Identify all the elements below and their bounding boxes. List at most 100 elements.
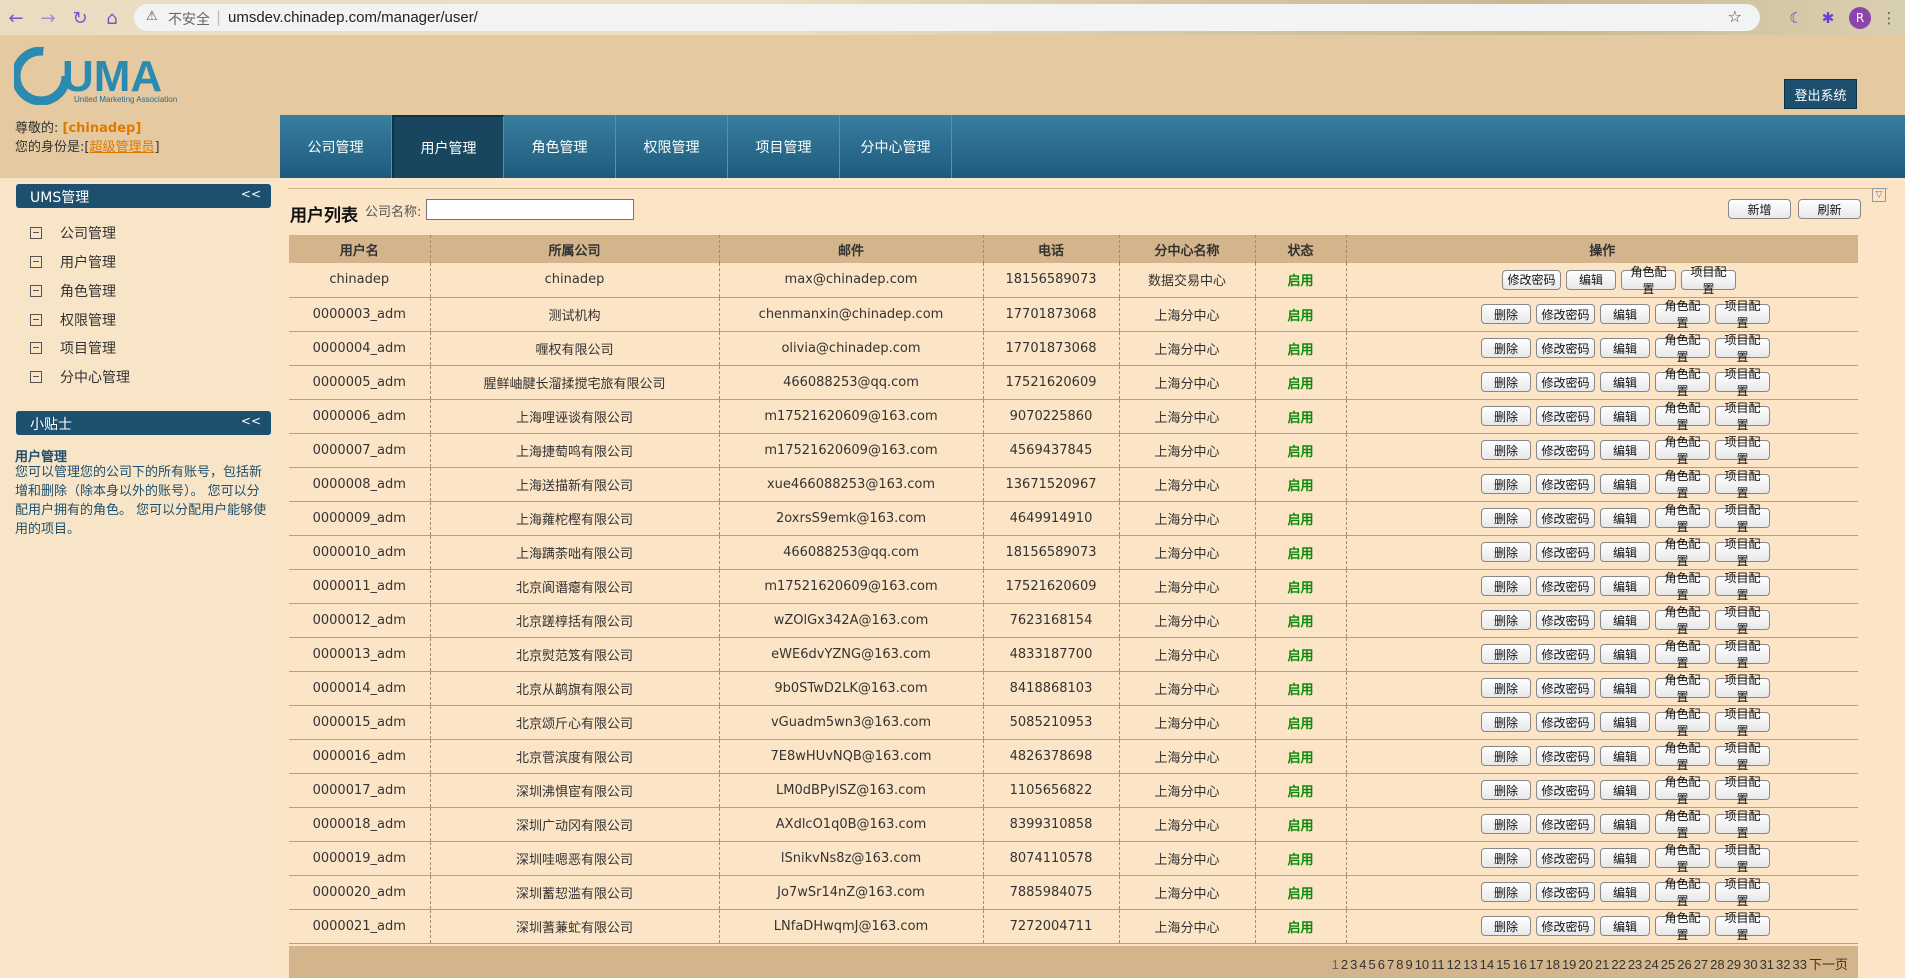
menu-icon[interactable]: ⋮: [1878, 7, 1900, 29]
extensions-icon[interactable]: ✱: [1817, 7, 1839, 29]
delete-button[interactable]: 删除: [1481, 474, 1531, 494]
change-password-button[interactable]: 修改密码: [1536, 576, 1595, 596]
delete-button[interactable]: 删除: [1481, 406, 1531, 426]
delete-button[interactable]: 删除: [1481, 814, 1531, 834]
project-config-button[interactable]: 项目配置: [1715, 639, 1770, 670]
project-config-button[interactable]: 项目配置: [1715, 435, 1770, 466]
role-config-button[interactable]: 角色配置: [1655, 503, 1710, 534]
page-link[interactable]: 1: [1332, 957, 1339, 972]
tab-permission[interactable]: 权限管理: [616, 115, 728, 178]
add-button[interactable]: 新增: [1728, 199, 1791, 219]
sidebar-item-project[interactable]: 项目管理: [30, 338, 116, 358]
sidebar-item-branch[interactable]: 分中心管理: [30, 367, 130, 387]
project-config-button[interactable]: 项目配置: [1715, 333, 1770, 364]
change-password-button[interactable]: 修改密码: [1536, 780, 1595, 800]
role-config-button[interactable]: 角色配置: [1655, 911, 1710, 942]
project-config-button[interactable]: 项目配置: [1715, 843, 1770, 874]
role-config-button[interactable]: 角色配置: [1655, 741, 1710, 772]
company-name-input[interactable]: [426, 199, 634, 220]
page-link[interactable]: 26: [1677, 957, 1691, 972]
project-config-button[interactable]: 项目配置: [1715, 571, 1770, 602]
page-link[interactable]: 3: [1350, 957, 1357, 972]
role-config-button[interactable]: 角色配置: [1655, 401, 1710, 432]
change-password-button[interactable]: 修改密码: [1536, 678, 1595, 698]
project-config-button[interactable]: 项目配置: [1715, 775, 1770, 806]
page-link[interactable]: 27: [1694, 957, 1708, 972]
sidebar-item-user[interactable]: 用户管理: [30, 252, 116, 272]
sidebar-item-role[interactable]: 角色管理: [30, 281, 116, 301]
page-link[interactable]: 17: [1529, 957, 1543, 972]
delete-button[interactable]: 删除: [1481, 576, 1531, 596]
page-link[interactable]: 12: [1447, 957, 1461, 972]
role-link[interactable]: 超级管理员: [89, 140, 154, 155]
next-page-link[interactable]: 下一页: [1809, 957, 1848, 972]
role-config-button[interactable]: 角色配置: [1655, 605, 1710, 636]
change-password-button[interactable]: 修改密码: [1536, 746, 1595, 766]
tab-project[interactable]: 项目管理: [728, 115, 840, 178]
delete-button[interactable]: 删除: [1481, 882, 1531, 902]
page-link[interactable]: 2: [1341, 957, 1348, 972]
delete-button[interactable]: 删除: [1481, 304, 1531, 324]
delete-button[interactable]: 删除: [1481, 746, 1531, 766]
edit-button[interactable]: 编辑: [1600, 338, 1650, 358]
page-link[interactable]: 9: [1405, 957, 1412, 972]
role-config-button[interactable]: 角色配置: [1655, 877, 1710, 908]
moon-icon[interactable]: ☾: [1785, 7, 1807, 29]
delete-button[interactable]: 删除: [1481, 508, 1531, 528]
page-link[interactable]: 7: [1387, 957, 1394, 972]
change-password-button[interactable]: 修改密码: [1536, 542, 1595, 562]
edit-button[interactable]: 编辑: [1600, 440, 1650, 460]
tab-role[interactable]: 角色管理: [504, 115, 616, 178]
change-password-button[interactable]: 修改密码: [1536, 644, 1595, 664]
page-link[interactable]: 11: [1431, 957, 1445, 972]
page-link[interactable]: 18: [1545, 957, 1559, 972]
tab-user[interactable]: 用户管理: [392, 115, 504, 178]
page-link[interactable]: 13: [1463, 957, 1477, 972]
role-config-button[interactable]: 角色配置: [1621, 265, 1676, 296]
edit-button[interactable]: 编辑: [1600, 916, 1650, 936]
edit-button[interactable]: 编辑: [1600, 610, 1650, 630]
edit-button[interactable]: 编辑: [1600, 746, 1650, 766]
edit-button[interactable]: 编辑: [1600, 576, 1650, 596]
edit-button[interactable]: 编辑: [1600, 406, 1650, 426]
page-link[interactable]: 33: [1793, 957, 1807, 972]
delete-button[interactable]: 删除: [1481, 644, 1531, 664]
bookmark-star-icon[interactable]: ☆: [1728, 7, 1742, 26]
delete-button[interactable]: 删除: [1481, 712, 1531, 732]
back-icon[interactable]: ←: [4, 6, 28, 30]
page-link[interactable]: 5: [1369, 957, 1376, 972]
role-config-button[interactable]: 角色配置: [1655, 809, 1710, 840]
page-link[interactable]: 16: [1513, 957, 1527, 972]
change-password-button[interactable]: 修改密码: [1536, 814, 1595, 834]
role-config-button[interactable]: 角色配置: [1655, 707, 1710, 738]
role-config-button[interactable]: 角色配置: [1655, 333, 1710, 364]
role-config-button[interactable]: 角色配置: [1655, 299, 1710, 330]
page-link[interactable]: 15: [1496, 957, 1510, 972]
edit-button[interactable]: 编辑: [1600, 780, 1650, 800]
sidebar-section-tips[interactable]: 小贴士 <<: [16, 411, 271, 435]
project-config-button[interactable]: 项目配置: [1715, 299, 1770, 330]
sidebar-item-permission[interactable]: 权限管理: [30, 310, 116, 330]
edit-button[interactable]: 编辑: [1600, 542, 1650, 562]
sidebar-section-ums[interactable]: UMS管理 <<: [16, 184, 271, 208]
page-link[interactable]: 10: [1415, 957, 1429, 972]
delete-button[interactable]: 删除: [1481, 610, 1531, 630]
home-icon[interactable]: ⌂: [100, 6, 124, 30]
change-password-button[interactable]: 修改密码: [1536, 372, 1595, 392]
edit-button[interactable]: 编辑: [1600, 814, 1650, 834]
page-link[interactable]: 31: [1760, 957, 1774, 972]
collapse-icon[interactable]: <<: [241, 414, 261, 428]
change-password-button[interactable]: 修改密码: [1502, 269, 1561, 290]
change-password-button[interactable]: 修改密码: [1536, 338, 1595, 358]
change-password-button[interactable]: 修改密码: [1536, 610, 1595, 630]
edit-button[interactable]: 编辑: [1600, 848, 1650, 868]
page-link[interactable]: 24: [1644, 957, 1658, 972]
role-config-button[interactable]: 角色配置: [1655, 775, 1710, 806]
delete-button[interactable]: 删除: [1481, 338, 1531, 358]
page-link[interactable]: 30: [1743, 957, 1757, 972]
role-config-button[interactable]: 角色配置: [1655, 673, 1710, 704]
page-link[interactable]: 22: [1611, 957, 1625, 972]
project-config-button[interactable]: 项目配置: [1715, 741, 1770, 772]
page-link[interactable]: 8: [1396, 957, 1403, 972]
role-config-button[interactable]: 角色配置: [1655, 537, 1710, 568]
